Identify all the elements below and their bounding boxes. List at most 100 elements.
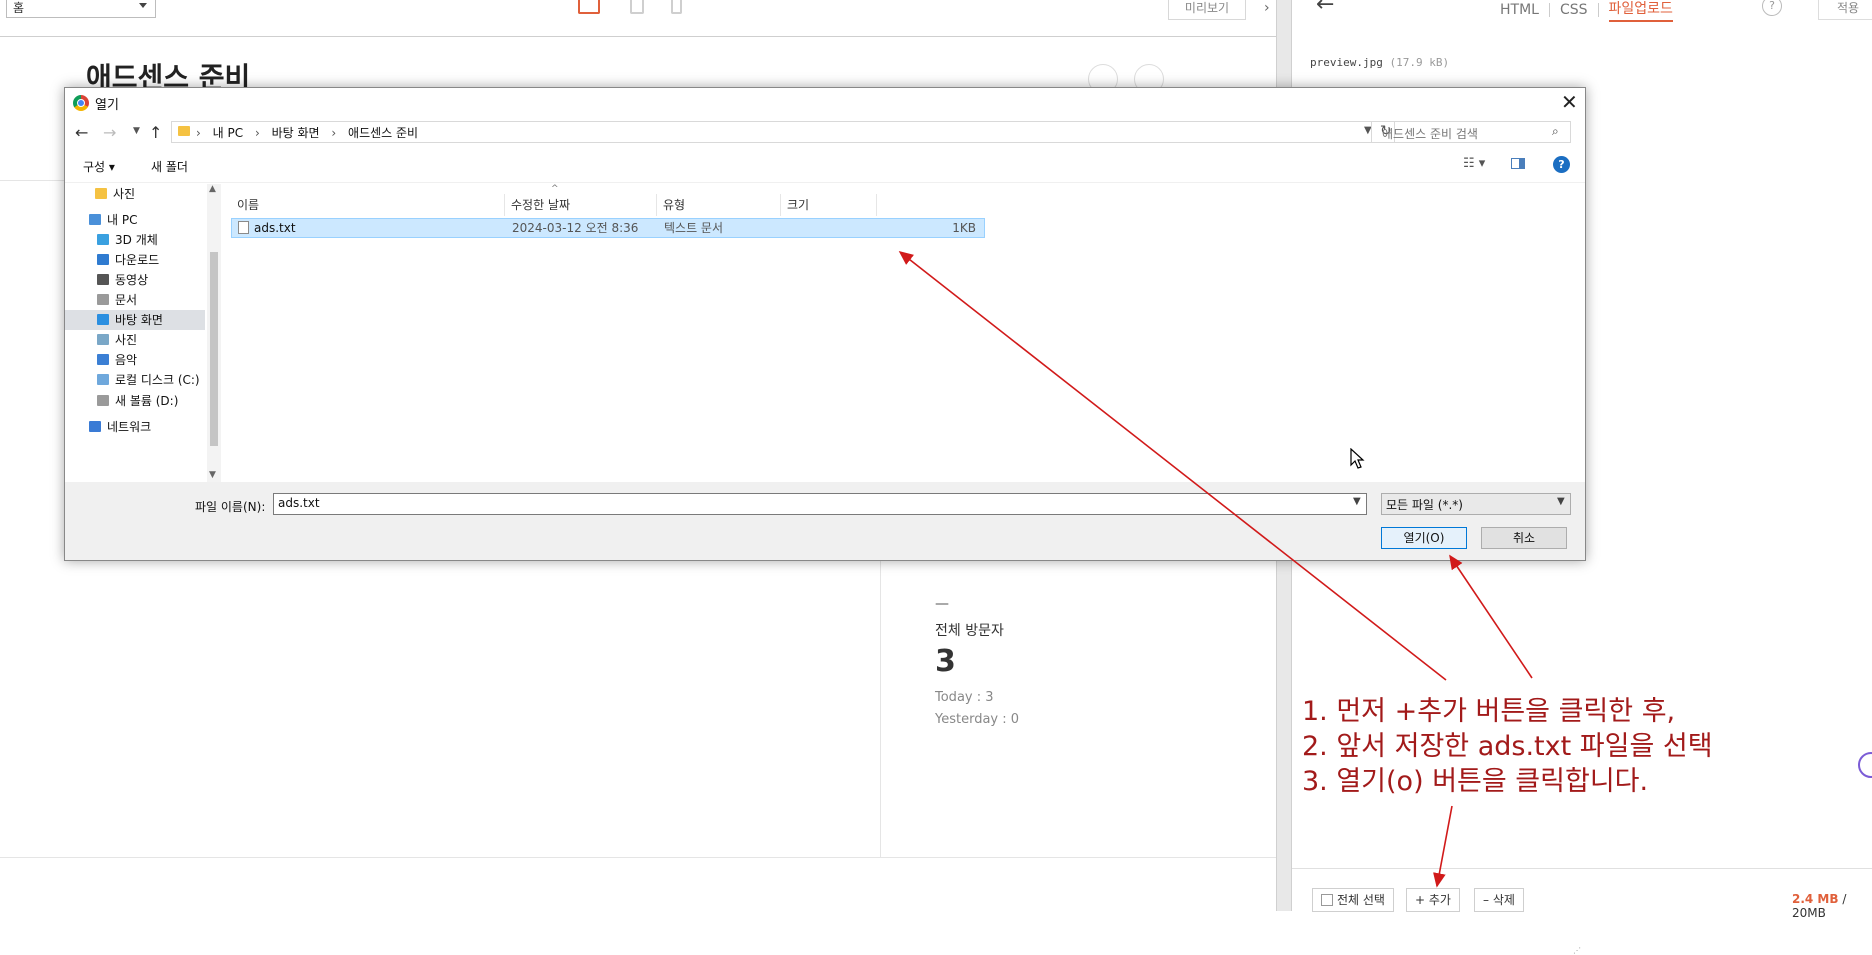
nav-item-label: 사진 bbox=[115, 333, 138, 347]
breadcrumb-item[interactable]: 바탕 화면 bbox=[272, 126, 320, 140]
visitor-dash: — bbox=[935, 596, 949, 612]
right-panel-tabs: HTML CSS 파일업로드 bbox=[1500, 0, 1673, 22]
back-arrow-icon[interactable]: ← bbox=[1316, 0, 1334, 17]
file-name-label: 파일 이름(N): bbox=[195, 500, 266, 514]
pc-icon bbox=[89, 214, 101, 225]
visitor-yesterday: Yesterday : 0 bbox=[935, 712, 1020, 727]
view-options-icon[interactable]: ☷ ▾ bbox=[1463, 156, 1485, 171]
column-header-name[interactable]: 이름 bbox=[231, 194, 505, 216]
picture-icon bbox=[97, 334, 109, 345]
tab-css[interactable]: CSS bbox=[1560, 2, 1588, 18]
document-icon bbox=[97, 294, 109, 305]
annotation-line: 1. 먼저 +추가 버튼을 클릭한 후, bbox=[1302, 696, 1676, 727]
back-arrow-icon[interactable]: ← bbox=[75, 123, 88, 142]
file-name-input[interactable]: ads.txt bbox=[273, 493, 1367, 515]
page-select[interactable]: 홈 bbox=[6, 0, 156, 18]
up-arrow-icon[interactable]: ↑ bbox=[149, 123, 162, 142]
nav-item[interactable]: 네트워크 bbox=[89, 417, 225, 437]
storage-usage: 2.4 MB / 20MB bbox=[1792, 892, 1872, 920]
music-icon bbox=[97, 354, 109, 365]
chevron-down-icon[interactable]: ▼ bbox=[1557, 496, 1565, 507]
open-button[interactable]: 열기(O) bbox=[1381, 527, 1467, 549]
column-header-modified[interactable]: 수정한 날짜 bbox=[505, 194, 657, 216]
file-type-select[interactable]: 모든 파일 (*.*) bbox=[1381, 493, 1571, 515]
tab-file-upload[interactable]: 파일업로드 bbox=[1608, 0, 1673, 22]
video-icon bbox=[97, 274, 109, 285]
resize-grip-icon[interactable]: ⋰ bbox=[1573, 946, 1581, 955]
annotation-line: 2. 앞서 저장한 ads.txt 파일을 선택 bbox=[1302, 731, 1713, 762]
chevron-down-icon[interactable]: ▼ bbox=[133, 126, 140, 136]
chrome-icon bbox=[73, 95, 89, 111]
uploaded-file-name: preview.jpg bbox=[1310, 56, 1383, 69]
annotation-text: 1. 먼저 +추가 버튼을 클릭한 후, 2. 앞서 저장한 ads.txt 파… bbox=[1302, 694, 1713, 799]
nav-item-label: 3D 개체 bbox=[115, 233, 158, 247]
tab-separator bbox=[1597, 3, 1599, 17]
folder-icon bbox=[178, 126, 190, 136]
add-button[interactable]: + 추가 bbox=[1406, 888, 1460, 912]
visitor-total: 3 bbox=[935, 644, 956, 679]
address-bar[interactable]: › 내 PC › 바탕 화면 › 애드센스 준비 ▼ ↻ bbox=[171, 121, 1395, 143]
uploaded-file-item[interactable]: preview.jpg (17.9 kB) bbox=[1310, 56, 1449, 69]
drive-icon bbox=[97, 374, 109, 385]
breadcrumb-item[interactable]: 내 PC bbox=[213, 126, 243, 140]
storage-used: 2.4 MB bbox=[1792, 892, 1839, 906]
dialog-toolbar: 구성 ▾ 새 폴더 ☷ ▾ ? bbox=[65, 150, 1585, 183]
sort-caret-icon: ^ bbox=[551, 184, 559, 194]
nav-item-label: 사진 bbox=[113, 187, 136, 201]
nav-item-selected[interactable]: 바탕 화면 bbox=[65, 310, 205, 330]
desktop-icon bbox=[97, 314, 109, 325]
dialog-titlebar: 열기 ✕ bbox=[65, 88, 1585, 116]
tablet-view-icon[interactable] bbox=[630, 0, 644, 14]
select-all-button[interactable]: 전체 선택 bbox=[1312, 888, 1394, 912]
nav-scrollbar-thumb[interactable] bbox=[210, 252, 218, 446]
nav-item-label: 바탕 화면 bbox=[115, 313, 163, 327]
delete-button[interactable]: – 삭제 bbox=[1474, 888, 1524, 912]
nav-item[interactable]: 내 PC bbox=[89, 210, 225, 230]
text-file-icon bbox=[238, 221, 249, 234]
nav-item-label: 동영상 bbox=[115, 273, 149, 287]
forward-arrow-icon[interactable]: → bbox=[103, 123, 116, 142]
floating-widget-icon[interactable] bbox=[1858, 752, 1872, 778]
breadcrumb-item[interactable]: 애드센스 준비 bbox=[348, 126, 418, 140]
chevron-right-icon[interactable]: › bbox=[1264, 0, 1270, 16]
tab-html[interactable]: HTML bbox=[1500, 2, 1539, 18]
file-name: ads.txt bbox=[254, 221, 296, 235]
new-folder-button[interactable]: 새 폴더 bbox=[151, 158, 188, 175]
nav-item-label: 문서 bbox=[115, 293, 138, 307]
nav-item-label: 로컬 디스크 (C:) bbox=[115, 373, 200, 387]
page-select-value: 홈 bbox=[13, 1, 25, 15]
nav-item-label: 다운로드 bbox=[115, 253, 160, 267]
nav-item-label: 새 볼륨 (D:) bbox=[115, 394, 179, 408]
chevron-down-icon[interactable]: ▼ bbox=[1353, 496, 1361, 507]
preview-button[interactable]: 미리보기 bbox=[1168, 0, 1246, 20]
dialog-navbar: ← → ▼ ↑ › 내 PC › 바탕 화면 › 애드센스 준비 ▼ ↻ 애드센… bbox=[65, 116, 1585, 150]
chevron-right-icon: › bbox=[331, 126, 337, 140]
folder-icon bbox=[95, 188, 107, 199]
breadcrumb: › 내 PC › 바탕 화면 › 애드센스 준비 bbox=[196, 124, 426, 141]
cancel-button[interactable]: 취소 bbox=[1481, 527, 1567, 549]
annotation-line: 3. 열기(o) 버튼을 클릭합니다. bbox=[1302, 766, 1649, 797]
file-modified: 2024-03-12 오전 8:36 bbox=[512, 221, 639, 235]
help-icon[interactable]: ? bbox=[1553, 156, 1570, 173]
divider bbox=[0, 857, 1276, 858]
search-placeholder: 애드센스 준비 검색 bbox=[1382, 127, 1478, 141]
nav-item-label: 네트워크 bbox=[107, 420, 152, 434]
close-icon[interactable]: ✕ bbox=[1561, 90, 1578, 114]
column-header-type[interactable]: 유형 bbox=[657, 194, 781, 216]
desktop-view-icon[interactable] bbox=[578, 0, 600, 14]
table-row[interactable]: ads.txt 2024-03-12 오전 8:36 텍스트 문서 1KB bbox=[231, 218, 985, 238]
organize-button[interactable]: 구성 ▾ bbox=[83, 158, 115, 175]
apply-button[interactable]: 적용 bbox=[1818, 0, 1872, 20]
file-list: ^ 이름 수정한 날짜 유형 크기 ads.txt 2024-03-12 오전 … bbox=[221, 184, 1585, 482]
preview-pane-icon[interactable] bbox=[1511, 158, 1525, 169]
visitor-label: 전체 방문자 bbox=[935, 623, 1004, 639]
search-input[interactable]: 애드센스 준비 검색 ⌕ bbox=[1371, 121, 1571, 143]
scroll-up-icon[interactable]: ▲ bbox=[209, 184, 216, 194]
scroll-down-icon[interactable]: ▼ bbox=[209, 470, 216, 480]
column-header-size[interactable]: 크기 bbox=[781, 194, 877, 216]
visitor-today: Today : 3 bbox=[935, 690, 994, 705]
drive-icon bbox=[97, 395, 109, 406]
mobile-view-icon[interactable] bbox=[671, 0, 682, 14]
chevron-down-icon bbox=[139, 3, 147, 8]
help-icon[interactable]: ? bbox=[1762, 0, 1782, 16]
